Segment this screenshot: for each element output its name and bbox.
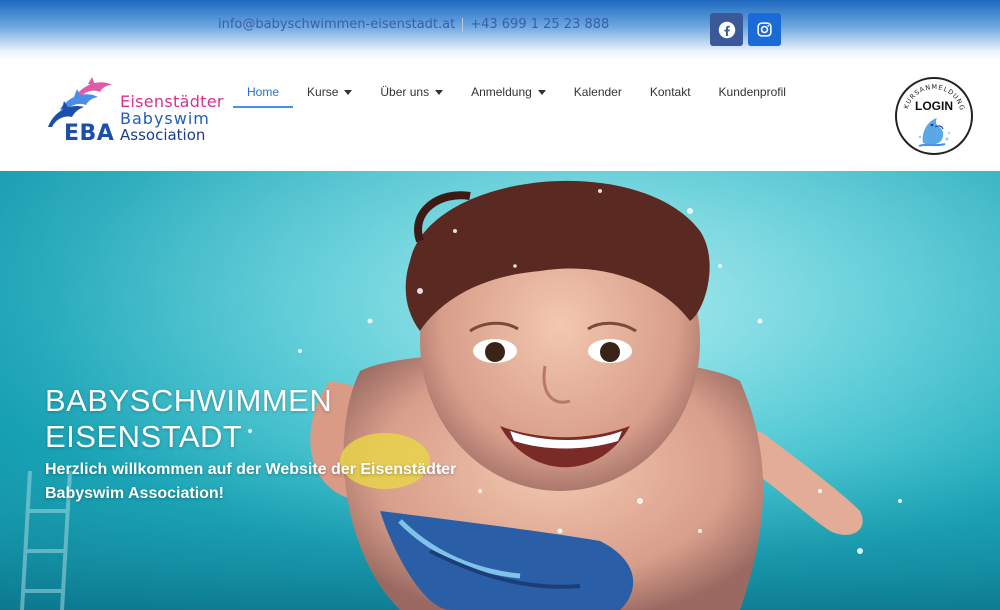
site-header: Eisenstädter Babyswim Association EBA Ho…	[0, 60, 1000, 171]
logo-line-3: Association	[120, 126, 206, 144]
logo-abbr: EBA	[64, 121, 115, 146]
nav-item-ueber-uns[interactable]: Über uns	[366, 80, 457, 104]
hero-title: BABYSCHWIMMEN EISENSTADT	[45, 383, 465, 455]
top-bar: info@babyschwimmen-eisenstadt.at +43 699…	[0, 0, 1000, 60]
site-logo[interactable]: Eisenstädter Babyswim Association EBA	[46, 75, 226, 150]
hero-subtitle-line-2: Babyswim Association!	[45, 485, 225, 502]
chevron-down-icon	[537, 89, 546, 95]
facebook-icon	[718, 21, 735, 38]
nav-item-home[interactable]: Home	[233, 80, 294, 108]
nav-label: Kontakt	[649, 85, 691, 99]
nav-label: Über uns	[380, 85, 430, 99]
contact-info: info@babyschwimmen-eisenstadt.at +43 699…	[218, 17, 609, 32]
instagram-icon	[757, 22, 772, 37]
nav-label: Kalender	[573, 85, 622, 99]
hero-title-line-2: EISENSTADT	[45, 419, 243, 454]
nav-label: Kurse	[307, 85, 339, 99]
nav-item-kundenprofil[interactable]: Kundenprofil	[705, 80, 800, 104]
login-label: LOGIN	[915, 99, 953, 113]
facebook-button[interactable]	[710, 13, 743, 46]
hero-subtitle-line-1: Herzlich willkommen auf der Website der …	[45, 461, 457, 478]
phone-link[interactable]: +43 699 1 25 23 888	[470, 17, 609, 32]
hero-subtitle: Herzlich willkommen auf der Website der …	[45, 458, 525, 506]
chevron-down-icon	[344, 89, 353, 95]
email-link[interactable]: info@babyschwimmen-eisenstadt.at	[218, 17, 455, 32]
login-badge[interactable]: KURSANMELDUNG LOGIN	[895, 77, 973, 155]
chevron-down-icon	[435, 89, 444, 95]
nav-item-anmeldung[interactable]: Anmeldung	[457, 80, 560, 104]
dolphin-icon	[918, 118, 951, 147]
nav-label: Kundenprofil	[718, 85, 786, 99]
nav-item-kontakt[interactable]: Kontakt	[636, 80, 705, 104]
nav-item-kurse[interactable]: Kurse	[293, 80, 366, 104]
nav-item-kalender[interactable]: Kalender	[560, 80, 636, 104]
hero-title-line-1: BABYSCHWIMMEN	[45, 383, 333, 418]
nav-label: Anmeldung	[471, 85, 532, 99]
social-links	[710, 13, 781, 46]
nav-label: Home	[247, 85, 280, 99]
main-nav: Home Kurse Über uns Anmeldung Kalender K…	[233, 80, 800, 108]
contact-divider	[462, 17, 464, 32]
hero-banner: BABYSCHWIMMEN EISENSTADT Herzlich willko…	[0, 171, 1000, 610]
instagram-button[interactable]	[748, 13, 781, 46]
